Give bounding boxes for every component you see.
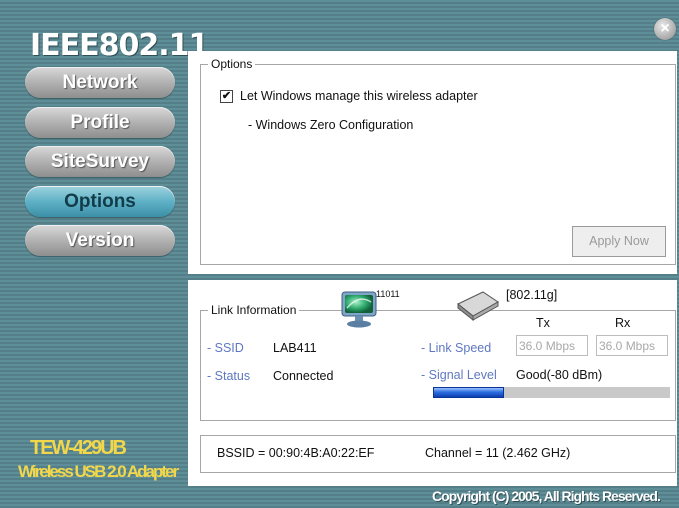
- rx-header: Rx: [615, 316, 631, 330]
- options-legend: Options: [208, 57, 256, 71]
- link-groupbox: [200, 310, 676, 421]
- rx-speed-field: 36.0 Mbps: [596, 335, 668, 356]
- ssid-label: - SSID: [207, 341, 244, 355]
- copyright-text: Copyright (C) 2005, All Rights Reserved.: [432, 488, 661, 504]
- computer-icon: [339, 288, 381, 330]
- computer-number: 11011: [376, 289, 400, 299]
- usb-adapter-icon: [455, 288, 501, 322]
- signal-level-value: Good(-80 dBm): [516, 368, 603, 382]
- link-legend: Link Information: [208, 303, 300, 317]
- status-value: Connected: [273, 369, 334, 383]
- link-speed-label: - Link Speed: [421, 341, 492, 355]
- tx-header: Tx: [536, 316, 550, 330]
- close-icon: ×: [660, 20, 670, 37]
- model-name: TEW-429UB: [30, 437, 127, 459]
- nav-sitesurvey-button[interactable]: SiteSurvey: [25, 146, 175, 177]
- status-label: - Status: [207, 369, 251, 383]
- wireless-mode: [802.11g]: [506, 288, 558, 302]
- nav-network-button[interactable]: Network: [25, 67, 175, 98]
- signal-level-fill: [433, 387, 504, 398]
- windows-manage-checkbox[interactable]: ✔: [220, 90, 233, 103]
- nav-version-button[interactable]: Version: [25, 225, 175, 256]
- app-window: IEEE802.11 × Network Profile SiteSurvey …: [0, 0, 679, 508]
- ssid-value: LAB411: [273, 341, 317, 355]
- brand-title: IEEE802.11: [30, 28, 209, 63]
- close-button[interactable]: ×: [654, 18, 676, 40]
- signal-level-label: - Signal Level: [421, 368, 497, 382]
- nav-profile-button[interactable]: Profile: [25, 107, 175, 138]
- signal-level-bar: [433, 387, 670, 398]
- model-description: Wireless USB 2.0 Adapter: [18, 462, 179, 481]
- channel-text: Channel = 11 (2.462 GHz): [425, 446, 571, 460]
- nav-options-button[interactable]: Options: [25, 186, 175, 217]
- apply-now-button[interactable]: Apply Now: [572, 226, 666, 257]
- bssid-text: BSSID = 00:90:4B:A0:22:EF: [217, 446, 375, 460]
- tx-speed-field: 36.0 Mbps: [516, 335, 588, 356]
- zero-config-note: - Windows Zero Configuration: [248, 118, 414, 132]
- windows-manage-label: Let Windows manage this wireless adapter: [240, 89, 478, 103]
